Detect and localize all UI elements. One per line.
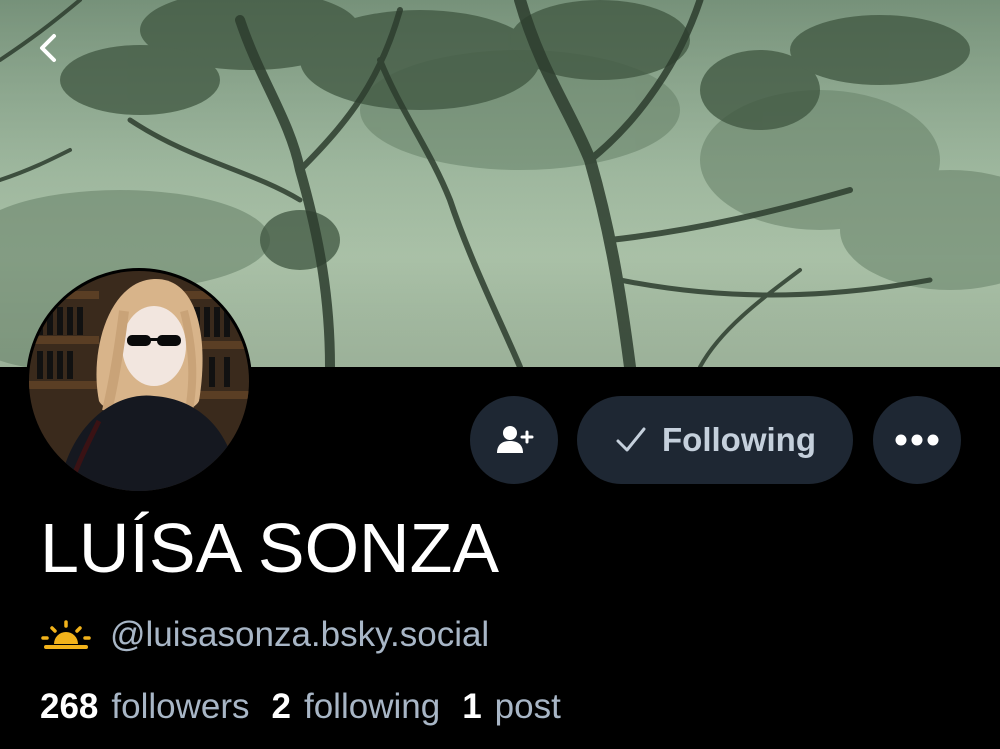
- profile-handle[interactable]: @luisasonza.bsky.social: [110, 615, 489, 655]
- following-count: 2: [271, 687, 291, 726]
- more-options-button[interactable]: [873, 396, 961, 484]
- back-button[interactable]: [26, 26, 70, 70]
- followers-label: followers: [111, 687, 250, 726]
- avatar[interactable]: [26, 268, 252, 494]
- handle-row: @luisasonza.bsky.social: [40, 612, 489, 658]
- checkmark-icon: [616, 427, 646, 452]
- sunrise-icon: [41, 620, 91, 649]
- avatar-image: [29, 271, 249, 491]
- posts-stat[interactable]: 1 post: [462, 687, 561, 727]
- following-stat[interactable]: 2 following: [272, 687, 441, 727]
- person-plus-icon: [497, 426, 534, 453]
- following-label: following: [303, 687, 441, 726]
- ellipsis-icon: [895, 434, 939, 446]
- following-button-label: Following: [662, 421, 816, 458]
- chevron-left-icon: [40, 34, 56, 62]
- profile-stats: 268 followers 2 following 1 post: [40, 684, 583, 730]
- following-button[interactable]: Following: [577, 396, 853, 484]
- display-name: LUÍSA SONZA: [40, 509, 500, 587]
- posts-count: 1: [462, 687, 482, 726]
- followers-stat[interactable]: 268 followers: [40, 687, 250, 727]
- followers-count: 268: [40, 687, 99, 726]
- posts-label: post: [494, 687, 561, 726]
- add-follow-button[interactable]: [470, 396, 558, 484]
